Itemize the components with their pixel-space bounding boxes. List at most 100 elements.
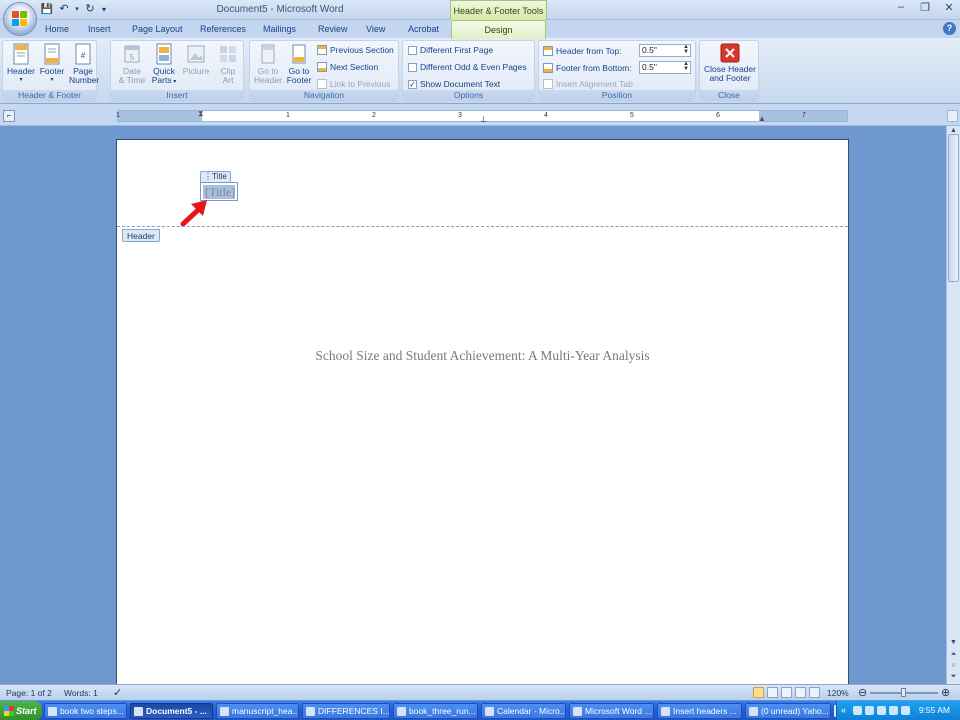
link-to-previous-button[interactable]: Link to Previous [317, 79, 390, 89]
outline-view-icon[interactable] [795, 687, 806, 698]
svg-text:5: 5 [130, 53, 135, 62]
web-layout-view-icon[interactable] [781, 687, 792, 698]
tab-mailings[interactable]: Mailings [263, 23, 296, 38]
office-button[interactable] [3, 2, 37, 36]
start-button[interactable]: Start [0, 701, 42, 720]
show-document-text-checkbox[interactable]: ✓ Show Document Text [408, 79, 500, 89]
previous-section-button[interactable]: Previous Section [317, 45, 394, 55]
header-from-top-spinner[interactable]: 0.5" ▲ ▼ [639, 44, 691, 57]
different-odd-even-checkbox[interactable]: Different Odd & Even Pages [408, 62, 527, 72]
minimize-icon[interactable]: – [894, 1, 908, 14]
close-window-icon[interactable]: ✕ [942, 1, 956, 14]
content-control-tag[interactable]: ⋮Title [200, 171, 231, 182]
tray-volume-icon[interactable] [889, 706, 898, 715]
spinner-arrows-icon[interactable]: ▲ ▼ [683, 61, 689, 72]
zoom-in-icon[interactable]: ⊕ [941, 686, 950, 699]
go-to-header-icon [261, 44, 275, 64]
clip-art-button[interactable]: Clip Art [213, 43, 243, 85]
page-number-label-2: Number [69, 75, 100, 85]
go-to-footer-button[interactable]: Go to Footer [284, 43, 314, 85]
full-screen-reading-view-icon[interactable] [767, 687, 778, 698]
zoom-slider-thumb[interactable] [901, 688, 906, 697]
vertical-scrollbar[interactable]: ▲ ▼ ⏶ ○ ⏷ [946, 126, 960, 684]
taskbar-item[interactable]: Microsoft Word ... [569, 703, 654, 719]
drag-handle-icon: ⋮ [204, 172, 212, 181]
spinner-arrows-icon[interactable]: ▲ ▼ [683, 44, 689, 55]
tray-network-icon[interactable] [865, 706, 874, 715]
tray-expand-icon[interactable]: « [841, 705, 846, 715]
svg-text:#: # [81, 51, 86, 60]
tab-view[interactable]: View [366, 23, 385, 38]
header-position-icon [543, 45, 553, 56]
page-count[interactable]: Page: 1 of 2 [6, 688, 52, 698]
quick-parts-button[interactable]: Quick Parts ▾ [149, 43, 179, 87]
center-tab-icon[interactable]: ⊥ [480, 115, 487, 124]
tab-selector-icon[interactable]: ⌐ [3, 110, 15, 122]
tab-acrobat[interactable]: Acrobat [408, 23, 439, 38]
footer-from-bottom-spinner[interactable]: 0.5" ▲ ▼ [639, 61, 691, 74]
tab-home[interactable]: Home [45, 23, 69, 38]
footer-button[interactable]: Footer ▾ [37, 43, 67, 85]
group-options: Different First Page Different Odd & Eve… [402, 40, 535, 102]
taskbar-item[interactable]: DIFFERENCES I... [302, 703, 390, 719]
tab-references[interactable]: References [200, 23, 246, 38]
draft-view-icon[interactable] [809, 687, 820, 698]
indent-marker-icon[interactable]: ⧗ [198, 109, 204, 119]
picture-button[interactable]: Picture [181, 43, 211, 76]
proofing-icon[interactable]: ✓ [113, 686, 122, 699]
tray-app-icon[interactable] [853, 706, 862, 715]
print-layout-view-icon[interactable] [753, 687, 764, 698]
ruler-number: 6 [716, 112, 720, 119]
header-button[interactable]: Header ▾ [6, 43, 36, 85]
page-number-button[interactable]: # Page Number [69, 43, 100, 85]
taskbar-item[interactable]: book two steps... [44, 703, 127, 719]
link-icon [317, 79, 327, 89]
zoom-out-icon[interactable]: ⊖ [858, 686, 867, 699]
taskbar-item[interactable]: manuscript_hea... [216, 703, 299, 719]
taskbar-item[interactable]: book_three_run... [393, 703, 478, 719]
tab-design[interactable]: Design [451, 20, 546, 39]
system-tray: « 9:55 AM [836, 701, 960, 720]
tab-page-layout[interactable]: Page Layout [132, 23, 183, 38]
help-icon[interactable]: ? [943, 22, 956, 35]
select-browse-object-icon[interactable]: ○ [948, 661, 959, 672]
taskbar-item[interactable]: Calendar - Micro... [481, 703, 566, 719]
taskbar-item[interactable]: Insert headers ... [657, 703, 742, 719]
taskbar-item[interactable]: (0 unread) Yaho... [745, 703, 831, 719]
link-to-previous-label: Link to Previous [330, 79, 391, 89]
scrollbar-thumb[interactable] [948, 134, 959, 282]
group-label-navigation: Navigation [250, 90, 398, 101]
tab-insert[interactable]: Insert [88, 23, 111, 38]
group-label-insert: Insert [111, 90, 243, 101]
word-count[interactable]: Words: 1 [64, 688, 98, 698]
previous-page-icon[interactable]: ⏶ [948, 650, 959, 661]
insert-alignment-tab-button[interactable]: Insert Alignment Tab [543, 79, 633, 89]
windows-taskbar: Start book two steps... Document5 - ... … [0, 700, 960, 720]
group-label-options: Options [403, 90, 534, 101]
document-page[interactable]: ⋮Title [Title] Header School Size and St… [116, 139, 849, 699]
tray-security-icon[interactable] [877, 706, 886, 715]
date-time-button[interactable]: 5 Date & Time [117, 43, 147, 85]
footer-from-bottom-label: Footer from Bottom: [556, 62, 632, 73]
insert-alignment-tab-label: Insert Alignment Tab [556, 79, 633, 89]
document-body-text[interactable]: School Size and Student Achievement: A M… [117, 348, 848, 364]
right-indent-marker-icon[interactable]: ▲ [758, 114, 766, 123]
footer-from-bottom-row: Footer from Bottom: 0.5" ▲ ▼ [543, 61, 691, 74]
different-first-page-checkbox[interactable]: Different First Page [408, 45, 493, 55]
close-header-footer-button[interactable]: Close Header and Footer [702, 43, 758, 83]
go-to-header-button[interactable]: Go to Header [253, 43, 283, 85]
maximize-icon[interactable]: ❐ [918, 1, 932, 14]
previous-section-label: Previous Section [330, 45, 394, 55]
tray-messenger-icon[interactable] [901, 706, 910, 715]
tab-review[interactable]: Review [318, 23, 348, 38]
next-page-icon[interactable]: ⏷ [948, 672, 959, 683]
taskbar-item-active[interactable]: Document5 - ... [130, 703, 213, 719]
view-ruler-icon[interactable] [947, 110, 958, 122]
scroll-down-icon[interactable]: ▼ [948, 638, 959, 649]
clock[interactable]: 9:55 AM [919, 705, 950, 715]
calendar-icon: 5 [124, 45, 140, 63]
zoom-level[interactable]: 120% [827, 688, 849, 698]
horizontal-ruler[interactable]: 1 1 2 3 4 5 6 7 ⧗ ⊥ ▲ [116, 109, 848, 124]
page-number-icon: # [75, 43, 91, 65]
next-section-button[interactable]: Next Section [317, 62, 378, 72]
